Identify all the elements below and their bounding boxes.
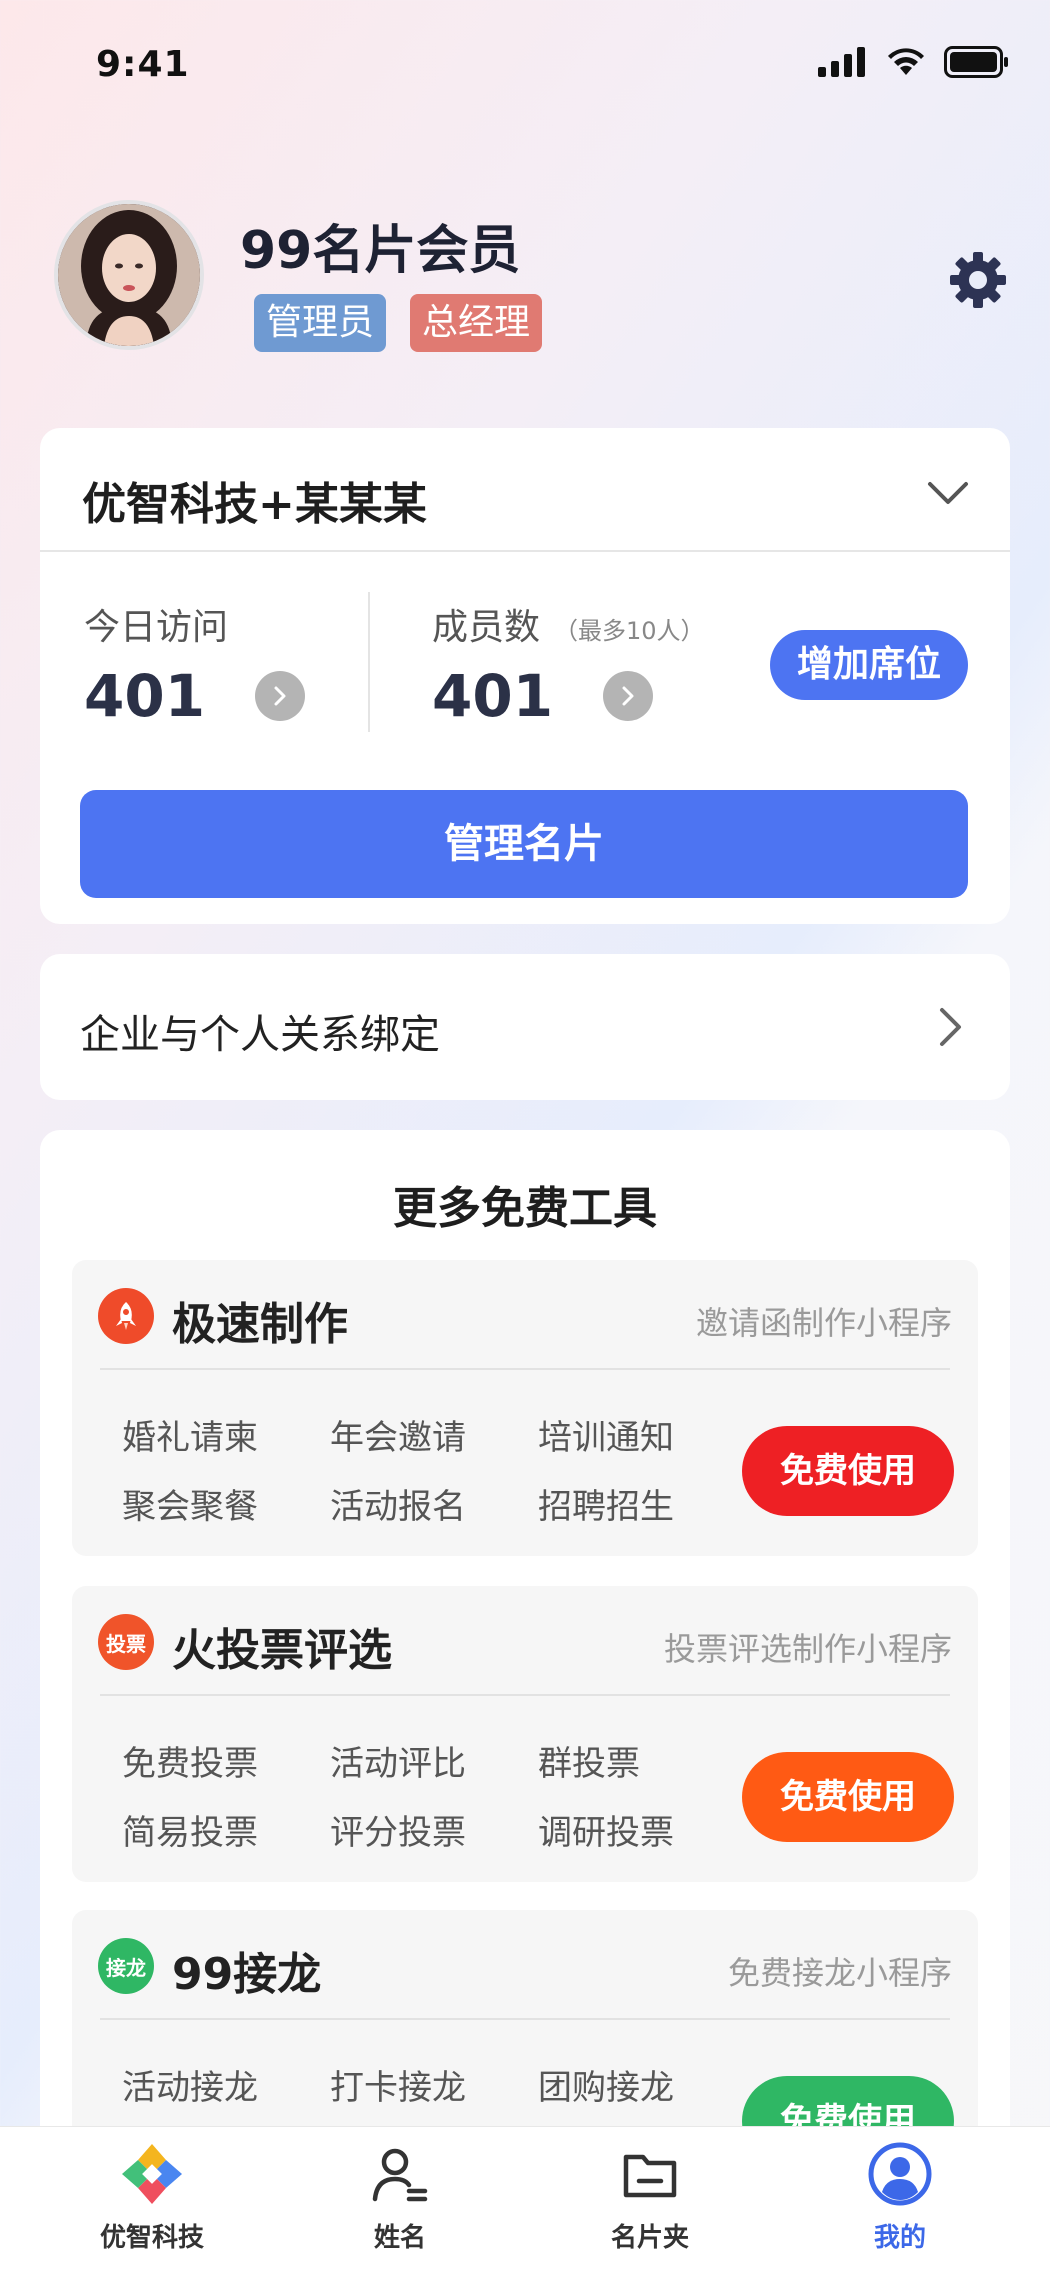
tool-tag: 简易投票 xyxy=(122,1813,258,1853)
company-card: 优智科技+某某某 今日访问 401 成员数 （最多10人） 401 增加席位 管理… xyxy=(40,428,1010,924)
tool-tag: 免费投票 xyxy=(122,1744,258,1784)
rocket-icon xyxy=(98,1288,154,1344)
visits-value: 401 xyxy=(84,662,206,730)
status-time: 9:41 xyxy=(96,44,190,85)
stat-divider xyxy=(368,592,370,732)
tool-item-quick-make[interactable]: 极速制作 邀请函制作小程序 婚礼请柬 年会邀请 培训通知 聚会聚餐 活动报名 招… xyxy=(72,1260,978,1556)
badge-admin: 管理员 xyxy=(254,294,387,352)
folder-icon xyxy=(615,2139,685,2209)
tab-card-holder[interactable]: 名片夹 xyxy=(550,2139,750,2254)
tab-label: 优智科技 xyxy=(99,2223,204,2253)
visits-label: 今日访问 xyxy=(84,607,229,648)
tool-tag: 培训通知 xyxy=(538,1418,674,1458)
avatar[interactable] xyxy=(54,200,204,350)
tool-tag: 活动评比 xyxy=(330,1744,466,1784)
divider xyxy=(100,1694,950,1696)
divider xyxy=(100,1368,950,1370)
tab-mine[interactable]: 我的 xyxy=(800,2139,1000,2254)
tool-tags: 免费投票 活动评比 群投票 简易投票 评分投票 调研投票 xyxy=(122,1736,746,1854)
signal-icon xyxy=(818,47,865,77)
rocket-glyph-icon xyxy=(116,1302,136,1330)
tool-tags: 活动接龙 打卡接龙 团购接龙 xyxy=(122,2060,746,2109)
tab-label: 姓名 xyxy=(373,2223,426,2253)
members-stat: 成员数 （最多10人） 401 xyxy=(432,598,705,730)
brand-logo-icon xyxy=(117,2139,187,2209)
tools-title: 更多免费工具 xyxy=(393,1183,657,1234)
tool-tag: 评分投票 xyxy=(330,1813,466,1853)
tool-tag: 打卡接龙 xyxy=(330,2068,466,2108)
tool-tags: 婚礼请柬 年会邀请 培训通知 聚会聚餐 活动报名 招聘招生 xyxy=(122,1410,746,1528)
free-use-button[interactable]: 免费使用 xyxy=(742,1426,954,1516)
gear-icon xyxy=(950,252,1006,308)
avatar-portrait-icon xyxy=(58,204,200,346)
tool-desc: 邀请函制作小程序 xyxy=(695,1304,952,1342)
members-limit: （最多10人） xyxy=(554,617,705,645)
tool-tag: 调研投票 xyxy=(538,1813,674,1853)
person-icon xyxy=(365,2139,435,2209)
company-name[interactable]: 优智科技+某某某 xyxy=(82,468,427,532)
tool-item-vote[interactable]: 投票 火投票评选 投票评选制作小程序 免费投票 活动评比 群投票 简易投票 评分… xyxy=(72,1586,978,1882)
tool-name: 火投票评选 xyxy=(172,1625,392,1676)
tab-label: 我的 xyxy=(873,2223,926,2253)
tool-tag: 年会邀请 xyxy=(330,1418,466,1458)
visits-detail-button[interactable] xyxy=(255,671,306,721)
add-seat-button[interactable]: 增加席位 xyxy=(770,630,968,700)
badge-general-manager: 总经理 xyxy=(410,294,543,352)
tool-desc: 免费接龙小程序 xyxy=(727,1954,952,1992)
tool-tag: 招聘招生 xyxy=(538,1487,674,1527)
tab-name[interactable]: 姓名 xyxy=(300,2139,500,2254)
members-label: 成员数 xyxy=(432,607,541,648)
chevron-right-icon xyxy=(274,686,286,706)
visits-stat: 今日访问 401 xyxy=(84,598,306,730)
manage-card-button[interactable]: 管理名片 xyxy=(80,790,968,898)
wifi-icon xyxy=(888,48,924,75)
battery-icon xyxy=(944,46,1008,78)
tool-tag: 群投票 xyxy=(538,1744,640,1784)
tool-tag: 活动接龙 xyxy=(122,2068,258,2108)
profile-icon xyxy=(865,2139,935,2209)
tool-name: 99接龙 xyxy=(172,1949,322,2000)
tab-label: 名片夹 xyxy=(610,2223,689,2253)
tool-name: 极速制作 xyxy=(172,1299,348,1350)
tools-card: 更多免费工具 极速制作 邀请函制作小程序 婚礼请柬 年会邀请 培训通知 聚会聚餐… xyxy=(40,1130,1010,2274)
tool-tag: 团购接龙 xyxy=(538,2068,674,2108)
chevron-right-icon xyxy=(622,686,634,706)
tool-tag: 活动报名 xyxy=(330,1487,466,1527)
chevron-down-icon[interactable] xyxy=(926,478,970,508)
jielong-icon: 接龙 xyxy=(98,1938,154,1994)
tool-tag: 聚会聚餐 xyxy=(122,1487,258,1527)
status-icons xyxy=(818,46,1010,78)
divider xyxy=(40,550,1010,552)
members-detail-button[interactable] xyxy=(603,671,654,721)
members-value: 401 xyxy=(432,662,554,730)
divider xyxy=(100,2018,950,2020)
vote-icon: 投票 xyxy=(98,1614,154,1670)
role-badges: 管理员 总经理 xyxy=(254,294,543,352)
binding-row[interactable]: 企业与个人关系绑定 xyxy=(40,954,1010,1100)
profile-name: 99名片会员 xyxy=(240,221,521,281)
binding-label: 企业与个人关系绑定 xyxy=(80,1012,440,1058)
tab-home[interactable]: 优智科技 xyxy=(52,2139,252,2254)
tool-tag: 婚礼请柬 xyxy=(122,1418,258,1458)
settings-button[interactable] xyxy=(948,250,1008,310)
chevron-right-icon xyxy=(940,1008,961,1046)
tool-desc: 投票评选制作小程序 xyxy=(663,1630,952,1668)
bottom-tab-bar: 优智科技 姓名 名片夹 我的 xyxy=(0,2126,1050,2274)
free-use-button[interactable]: 免费使用 xyxy=(742,1752,954,1842)
